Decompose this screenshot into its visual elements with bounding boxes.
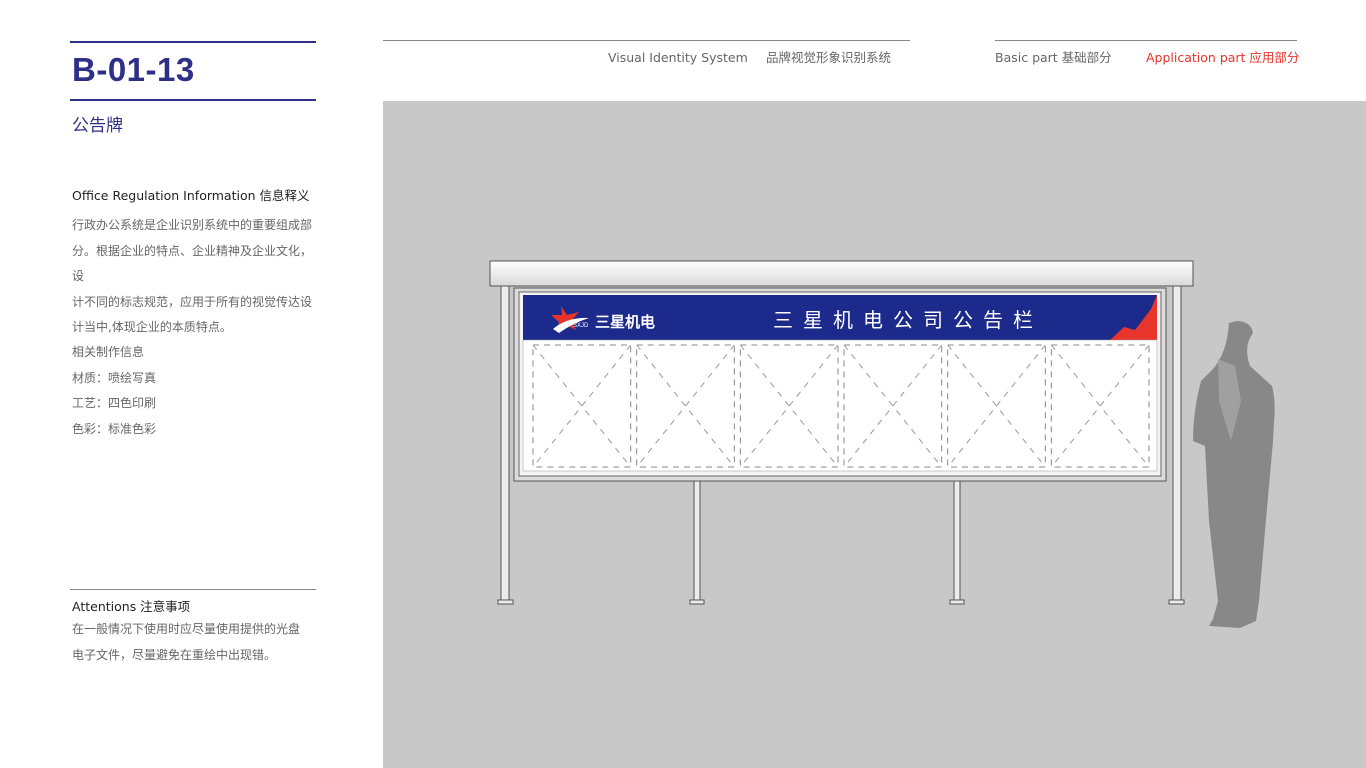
board-post bbox=[1172, 280, 1182, 602]
attentions-rule bbox=[70, 589, 316, 590]
attentions-line: 在一般情况下使用时应尽量使用提供的光盘 bbox=[72, 622, 301, 636]
info-heading: Office Regulation Information 信息释义 bbox=[72, 188, 310, 203]
board-foot bbox=[689, 599, 705, 605]
board-leg bbox=[953, 480, 961, 602]
description-line: 计当中,体现企业的本质特点。 bbox=[72, 320, 232, 334]
description-line: 行政办公系统是企业识别系统中的重要组成部 bbox=[72, 218, 313, 232]
board-title: 三星机电公司公告栏 bbox=[773, 308, 1043, 332]
header-application-part: Application part 应用部分 bbox=[1146, 50, 1300, 65]
bulletin-board-scene: SXJD 三星机电 三星机电公司公告栏 bbox=[383, 101, 1366, 768]
header-vis-en: Visual Identity System bbox=[608, 50, 748, 65]
production-process: 工艺：四色印刷 bbox=[72, 396, 157, 410]
person-silhouette bbox=[1193, 321, 1275, 628]
logo-text: 三星机电 bbox=[595, 313, 655, 331]
board-leg bbox=[693, 480, 701, 602]
board-roof bbox=[489, 260, 1194, 287]
production-color: 色彩：标准色彩 bbox=[72, 421, 157, 436]
attentions-heading: Attentions 注意事项 bbox=[72, 599, 191, 614]
production-info: 相关制作信息 材质：喷绘写真 工艺：四色印刷 色彩：标准色彩 bbox=[72, 340, 322, 442]
board-foot bbox=[1168, 599, 1185, 605]
attentions-line: 电子文件，尽量避免在重绘中出现错。 bbox=[72, 647, 277, 662]
code-bottom-rule bbox=[70, 99, 316, 101]
code-top-rule bbox=[70, 41, 316, 43]
description: 行政办公系统是企业识别系统中的重要组成部 分。根据企业的特点、企业精神及企业文化… bbox=[72, 213, 322, 341]
header-rule-left bbox=[383, 40, 910, 41]
page-title: 公告牌 bbox=[72, 116, 123, 136]
board-foot bbox=[497, 599, 514, 605]
header-vis-cn: 品牌视觉形象识别系统 bbox=[766, 50, 892, 65]
attentions-text: 在一般情况下使用时应尽量使用提供的光盘 电子文件，尽量避免在重绘中出现错。 bbox=[72, 617, 322, 668]
description-line: 计不同的标志规范，应用于所有的视觉传达设 bbox=[72, 294, 313, 309]
page-code: B-01-13 bbox=[72, 51, 195, 88]
production-info-heading: 相关制作信息 bbox=[72, 345, 145, 359]
board-post bbox=[500, 280, 510, 602]
header-basic-part: Basic part 基础部分 bbox=[995, 50, 1112, 65]
logo-sub-text: SXJD bbox=[573, 323, 589, 329]
production-material: 材质：喷绘写真 bbox=[72, 370, 157, 385]
bulletin-board-illustration: SXJD 三星机电 三星机电公司公告栏 bbox=[489, 260, 1275, 628]
header-rule-right bbox=[995, 40, 1297, 41]
description-line: 分。根据企业的特点、企业精神及企业文化，设 bbox=[72, 243, 313, 284]
board-foot bbox=[949, 599, 965, 605]
